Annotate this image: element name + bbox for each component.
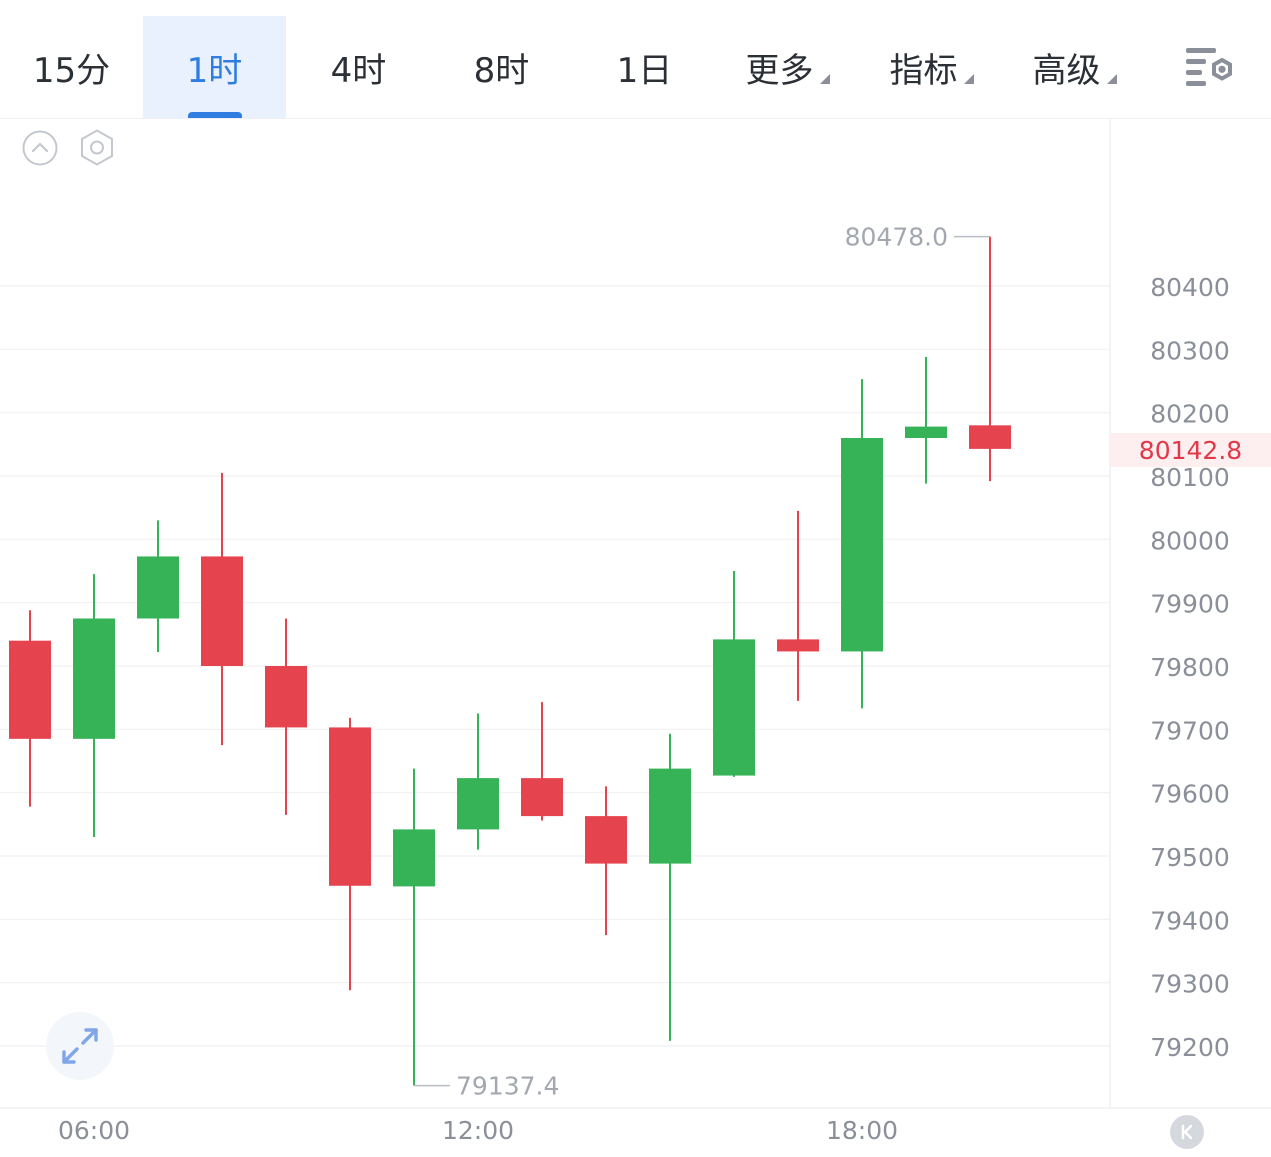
tab-label: 15分 [32,50,111,91]
tab-timeframe-4[interactable]: 1日 [573,16,716,118]
y-tick-label: 80000 [1150,526,1230,555]
fullscreen-button[interactable] [46,1012,114,1080]
candle-body [969,425,1011,449]
tab-timeframe-6[interactable]: 指标 [860,16,1003,118]
y-tick-label: 80300 [1150,336,1230,365]
y-tick-label: 79500 [1150,843,1230,872]
chart-settings-button[interactable] [1184,44,1238,90]
y-tick-label: 79800 [1150,653,1230,682]
price-axis: 80400 80300 80200 80100 80000 79900 79800 79700… [1150,273,1230,1062]
candle-body [777,639,819,652]
y-tick-label: 79900 [1150,590,1230,619]
tab-label: 1时 [186,50,243,91]
tab-label: 1日 [616,50,673,91]
low-price-label: 79137.4 [456,1072,559,1101]
tab-timeframe-7[interactable]: 高级 [1003,16,1146,118]
time-axis: 06:00 12:00 18:00 [58,1116,898,1145]
candle-body [585,816,627,864]
candle-body [265,666,307,728]
candle-body [841,438,883,652]
timeframe-tab-bar: 15分 1时 4时 8时 1日 更多 指标 高级 [0,0,1271,119]
extremes-annotations: 80478.0 79137.4 [414,223,990,1101]
skip-to-latest-icon [1181,1124,1193,1140]
tab-timeframe-3[interactable]: 8时 [430,16,573,118]
candle-body [521,778,563,817]
candle-body [329,727,371,886]
candles [9,236,1011,1086]
candle-body [73,618,115,739]
dropdown-caret-icon [819,74,830,84]
y-tick-label: 79200 [1150,1033,1230,1062]
candle-body [713,639,755,776]
y-tick-label: 79300 [1150,970,1230,999]
candle-body [649,768,691,864]
high-price-label: 80478.0 [845,223,948,252]
dropdown-caret-icon [1106,74,1117,84]
candle [521,702,563,821]
tab-timeframe-5[interactable]: 更多 [716,16,859,118]
candle-body [201,556,243,666]
chart-settings-icon [1186,48,1232,86]
tab-timeframe-0[interactable]: 15分 [0,16,143,118]
candle [905,356,947,484]
x-tick-label: 06:00 [58,1116,130,1145]
x-tick-label: 18:00 [826,1116,898,1145]
candle-body [137,556,179,619]
candle-body [457,778,499,830]
dropdown-caret-icon [963,74,974,84]
candle [841,379,883,709]
candle-body [9,640,51,739]
tab-label: 4时 [330,50,387,91]
candle [201,472,243,746]
candle [457,713,499,850]
scroll-to-latest-button[interactable] [1170,1115,1204,1149]
candle [585,786,627,936]
candle [713,571,755,777]
y-tick-label: 80100 [1150,463,1230,492]
y-tick-label: 79600 [1150,780,1230,809]
candle-body [393,829,435,887]
tab-label: 更多 [745,50,814,91]
tab-label: 指标 [889,50,958,91]
y-tick-label: 80400 [1150,273,1230,302]
current-price-tag: 80142.8 [1110,433,1271,467]
tab-label: 高级 [1032,50,1101,91]
y-tick-label: 79400 [1150,906,1230,935]
expand-arrows-icon [62,1028,98,1064]
x-tick-label: 12:00 [442,1116,514,1145]
chart-grid [0,118,1271,1109]
tab-timeframe-1[interactable]: 1时 [143,16,286,118]
candle [265,618,307,815]
tab-timeframe-2[interactable]: 4时 [287,16,430,118]
candlestick-chart[interactable]: 80400 80300 80200 80100 80000 79900 79800 79700… [0,118,1271,1157]
current-price-label: 80142.8 [1138,435,1243,465]
y-tick-label: 79700 [1150,716,1230,745]
candle [393,768,435,1086]
candle [969,236,1011,482]
tab-label: 8时 [473,50,530,91]
candle [73,574,115,837]
candle [329,717,371,991]
candle-body [905,426,947,438]
y-tick-label: 80200 [1150,400,1230,429]
candle [137,520,179,653]
candle [9,610,51,807]
candle [649,733,691,1041]
